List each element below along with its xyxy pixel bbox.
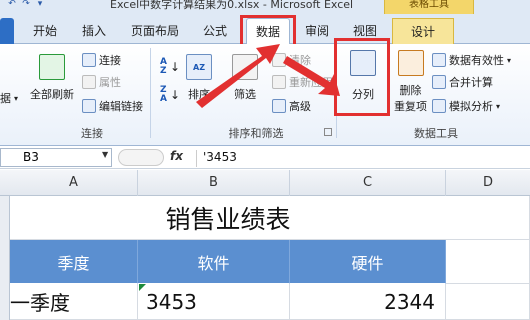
remove-duplicates-button[interactable]: 删除 重复项 (394, 50, 427, 114)
ribbon: 据 ▾ 全部刷新 连接 属性 编辑链接 连接 AZ ↓ ZA ↓ AZ 排序 筛选… (0, 44, 530, 146)
sort-descending-button[interactable]: ZA ↓ (160, 86, 180, 104)
tab-page-layout[interactable]: 页面布局 (126, 18, 184, 44)
header-cell-software[interactable]: 软件 (138, 240, 290, 284)
advanced-filter-button[interactable]: 高级 (272, 98, 311, 114)
tab-file[interactable]: 文件 (0, 18, 14, 44)
sort-az-icon: AZ (160, 57, 167, 76)
redo-icon[interactable]: ↷ (20, 0, 32, 10)
properties-button[interactable]: 属性 (82, 74, 121, 90)
cell-d2[interactable] (446, 240, 530, 284)
sort-ascending-button[interactable]: AZ ↓ (160, 58, 180, 76)
cell-d1[interactable] (446, 196, 530, 240)
column-header-a[interactable]: A (10, 170, 138, 196)
what-if-icon (432, 99, 446, 113)
cell-c3[interactable]: 2344 (290, 284, 446, 320)
refresh-icon (39, 54, 65, 80)
clear-filter-button[interactable]: 清除 (272, 52, 311, 68)
data-validation-icon (432, 53, 446, 67)
column-header-d[interactable]: D (446, 170, 530, 196)
group-label-connections: 连接 (81, 127, 103, 140)
formula-input[interactable]: '3453 (196, 150, 237, 167)
link-icon (82, 99, 96, 113)
filter-button[interactable]: 筛选 (232, 54, 258, 102)
column-header-b[interactable]: B (138, 170, 290, 196)
number-as-text-indicator-icon (139, 284, 146, 291)
consolidate-icon (432, 75, 446, 89)
cell-b3-selected[interactable]: 3453 (138, 284, 290, 320)
funnel-icon (232, 54, 258, 80)
row-header-gutter (0, 196, 10, 320)
group-label-sort-filter: 排序和筛选 (228, 127, 284, 140)
properties-icon (82, 75, 96, 89)
advanced-filter-icon (272, 99, 286, 113)
window-title: Excel中数字计算结果为0.xlsx - Microsoft Excel (110, 0, 354, 11)
highlight-data-tab (240, 15, 296, 47)
sort-filter-dialog-launcher[interactable] (324, 128, 332, 136)
sort-dialog-icon: AZ (186, 54, 212, 80)
reapply-filter-button[interactable]: 重新应用 (272, 74, 333, 90)
consolidate-button[interactable]: 合并计算 (432, 74, 493, 90)
sort-button[interactable]: AZ 排序 (186, 54, 212, 102)
sheet-title-cell[interactable]: 销售业绩表 (10, 196, 446, 240)
refresh-all-button[interactable]: 全部刷新 (30, 54, 74, 102)
name-box[interactable]: B3 (0, 148, 112, 167)
what-if-analysis-button[interactable]: 模拟分析 ▾ (432, 98, 500, 114)
dropdown-icon[interactable]: ▾ (34, 0, 46, 10)
chevron-down-icon[interactable]: ▼ (102, 150, 108, 159)
quick-access-toolbar: ↶ ↷ ▾ (0, 0, 46, 12)
group-label-data-tools: 数据工具 (414, 127, 458, 140)
reapply-icon (272, 75, 286, 89)
column-headers: A B C D (0, 170, 530, 196)
cell-d3[interactable] (446, 284, 530, 320)
tab-home[interactable]: 开始 (28, 18, 62, 44)
formula-bar-expand-control[interactable] (118, 149, 164, 166)
connections-icon (82, 53, 96, 67)
tab-review[interactable]: 审阅 (300, 18, 334, 44)
undo-icon[interactable]: ↶ (6, 0, 18, 10)
highlight-text-to-columns (334, 38, 390, 116)
insert-function-button[interactable]: fx (170, 149, 183, 163)
tab-design[interactable]: 设计 (392, 18, 454, 44)
formula-bar: B3 ▼ fx '3453 (0, 147, 530, 169)
group-divider (150, 48, 151, 138)
header-cell-quarter[interactable]: 季度 (10, 240, 138, 284)
connections-button[interactable]: 连接 (82, 52, 121, 68)
title-bar: ↶ ↷ ▾ Excel中数字计算结果为0.xlsx - Microsoft Ex… (0, 0, 530, 14)
sort-za-icon: ZA (160, 85, 167, 104)
cell-a3[interactable]: 一季度 (10, 284, 138, 320)
tab-formulas[interactable]: 公式 (198, 18, 232, 44)
data-validation-button[interactable]: 数据有效性 ▾ (432, 52, 511, 68)
header-cell-hardware[interactable]: 硬件 (290, 240, 446, 284)
get-external-data-button[interactable]: 据 ▾ (0, 90, 18, 106)
table-tools-context-label: 表格工具 (384, 0, 474, 14)
column-header-c[interactable]: C (290, 170, 446, 196)
clear-filter-icon (272, 53, 286, 67)
tab-insert[interactable]: 插入 (77, 18, 111, 44)
remove-duplicates-icon (397, 50, 424, 76)
edit-links-button[interactable]: 编辑链接 (82, 98, 143, 114)
